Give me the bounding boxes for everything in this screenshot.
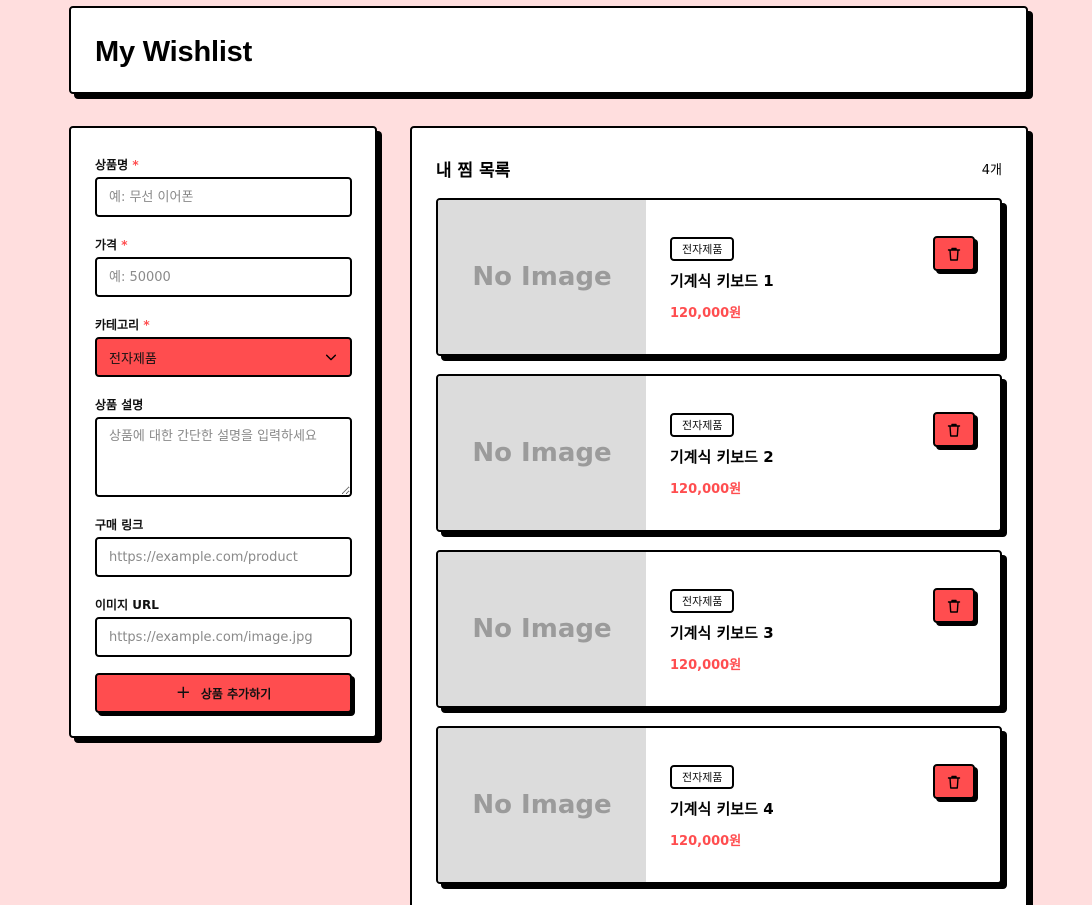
page-title: My Wishlist	[95, 36, 253, 68]
category-select[interactable]: 전자제품	[95, 337, 352, 377]
trash-icon	[947, 599, 961, 613]
trash-icon	[947, 423, 961, 437]
item-name: 기계식 키보드 3	[670, 624, 774, 642]
link-label: 구매 링크	[95, 518, 144, 532]
category-label: 카테고리 *	[95, 318, 150, 332]
item-name: 기계식 키보드 4	[670, 800, 774, 818]
no-image-placeholder: No Image	[438, 376, 646, 530]
no-image-placeholder: No Image	[438, 552, 646, 706]
delete-button[interactable]	[933, 764, 975, 799]
category-badge: 전자제품	[670, 413, 735, 437]
add-item-label: 상품 추가하기	[200, 686, 272, 701]
wishlist-item: No Image 전자제품 기계식 키보드 1 120,000원	[436, 198, 1002, 356]
item-name: 기계식 키보드 1	[670, 272, 774, 290]
link-input[interactable]	[95, 537, 352, 577]
item-price: 120,000원	[670, 658, 742, 673]
item-price: 120,000원	[670, 306, 742, 321]
price-label: 가격 *	[95, 238, 128, 252]
category-badge: 전자제품	[670, 589, 735, 613]
item-price: 120,000원	[670, 834, 742, 849]
item-count: 4개	[981, 163, 1002, 178]
plus-icon: +	[175, 682, 191, 703]
header-card: My Wishlist	[69, 6, 1028, 94]
name-label: 상품명 *	[95, 158, 139, 172]
category-badge: 전자제품	[670, 765, 735, 789]
no-image-placeholder: No Image	[438, 728, 646, 882]
price-input[interactable]	[95, 257, 352, 297]
description-textarea[interactable]	[95, 417, 352, 497]
category-select-value: 전자제품	[109, 351, 157, 367]
wishlist-panel: 내 찜 목록 4개 No Image 전자제품 기계식 키보드 1 120,00…	[410, 126, 1028, 905]
trash-icon	[947, 247, 961, 261]
wishlist-item: No Image 전자제품 기계식 키보드 3 120,000원	[436, 550, 1002, 708]
no-image-placeholder: No Image	[438, 200, 646, 354]
delete-button[interactable]	[933, 588, 975, 623]
item-price: 120,000원	[670, 482, 742, 497]
wishlist-item: No Image 전자제품 기계식 키보드 4 120,000원	[436, 726, 1002, 884]
list-title: 내 찜 목록	[436, 161, 511, 181]
image-url-label: 이미지 URL	[95, 598, 159, 612]
add-item-button[interactable]: + 상품 추가하기	[95, 673, 352, 713]
trash-icon	[947, 775, 961, 789]
item-name: 기계식 키보드 2	[670, 448, 774, 466]
add-item-form: 상품명 * 가격 * 카테고리 * 전자제품 상품 설명 구매 링크 이미지 U…	[69, 126, 377, 738]
delete-button[interactable]	[933, 236, 975, 271]
wishlist-item: No Image 전자제품 기계식 키보드 2 120,000원	[436, 374, 1002, 532]
image-url-input[interactable]	[95, 617, 352, 657]
chevron-down-icon	[325, 354, 337, 361]
name-input[interactable]	[95, 177, 352, 217]
description-label: 상품 설명	[95, 398, 144, 412]
category-badge: 전자제품	[670, 237, 735, 261]
delete-button[interactable]	[933, 412, 975, 447]
